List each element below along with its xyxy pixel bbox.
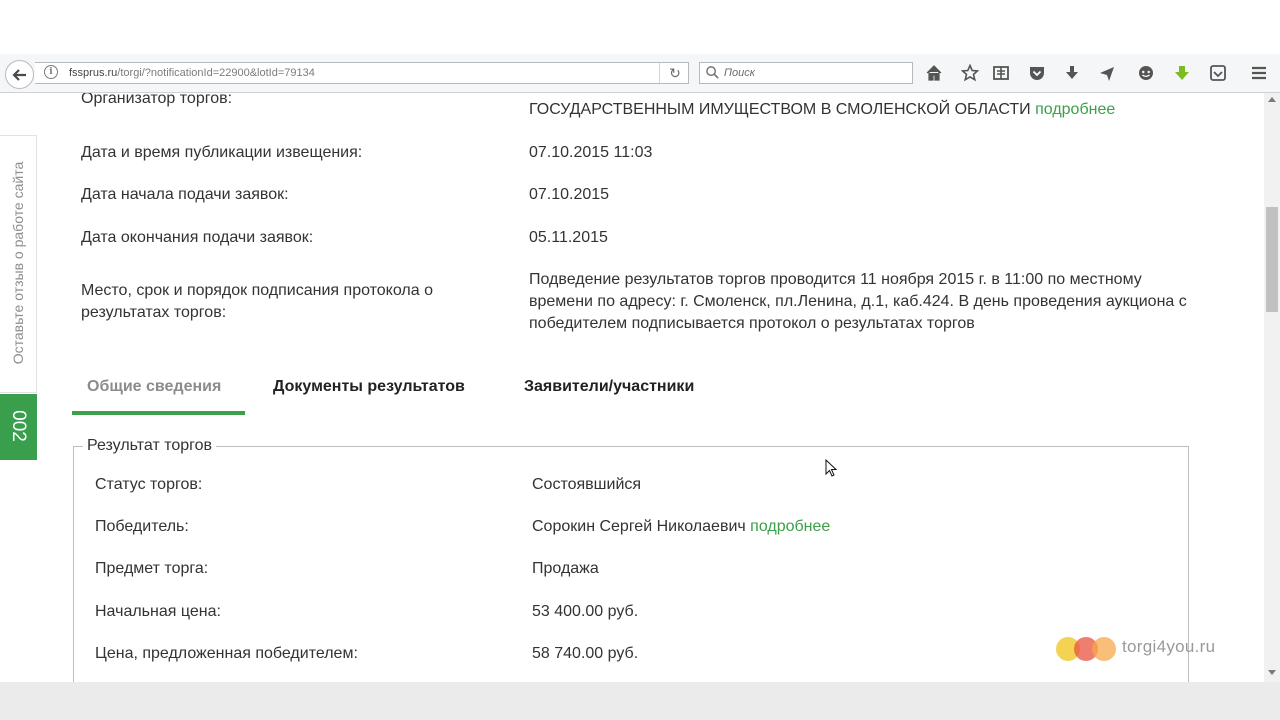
winner-name: Сорокин Сергей Николаевич: [532, 518, 746, 535]
result-row-label: Предмет торга:: [95, 560, 209, 577]
watermark-logo-dot: [1092, 637, 1116, 661]
arrow-left-icon: [11, 68, 26, 81]
active-tab-underline: [72, 411, 245, 415]
publication-label: Дата и время публикации извещения:: [81, 144, 363, 161]
url-host: fssprus.ru: [69, 67, 118, 79]
feedback-label[interactable]: Оставьте отзыв о работе сайта: [10, 162, 26, 365]
send-icon[interactable]: [1096, 62, 1118, 84]
url-separator: [659, 63, 660, 83]
start-value: 07.10.2015: [529, 186, 610, 203]
url-text[interactable]: fssprus.ru/torgi/?notificationId=22900&l…: [69, 67, 315, 79]
info-icon[interactable]: i: [44, 65, 58, 79]
result-row-label: Статус торгов:: [95, 476, 203, 493]
result-row-label: Цена, предложенная победителем:: [95, 645, 358, 662]
publication-value: 07.10.2015 11:03: [529, 144, 653, 161]
organizer-value: ГОСУДАРСТВЕННЫМ ИМУЩЕСТВОМ В СМОЛЕНСКОЙ …: [529, 99, 1199, 121]
url-path: /torgi/?notificationId=22900&lotId=79134: [117, 67, 315, 79]
organizer-name: ГОСУДАРСТВЕННЫМ ИМУЩЕСТВОМ В СМОЛЕНСКОЙ …: [529, 101, 1031, 118]
extension-download-icon[interactable]: [1171, 62, 1193, 84]
result-row-value: Состоявшийся: [532, 476, 642, 493]
result-row-label: Победитель:: [95, 518, 189, 535]
protocol-value: Подведение результатов торгов проводится…: [529, 271, 1187, 332]
download-icon[interactable]: [1061, 62, 1083, 84]
mouse-cursor-icon: [825, 459, 837, 477]
protocol-label: Место, срок и порядок подписания протоко…: [81, 282, 433, 321]
home-icon[interactable]: [923, 62, 945, 84]
search-icon: [706, 66, 719, 79]
page-content: Оставьте отзыв о работе сайта 002 Органи…: [0, 93, 1264, 682]
end-value: 05.11.2015: [529, 229, 608, 246]
feedback-counter: 002: [8, 410, 29, 442]
search-placeholder: Поиск: [724, 67, 755, 79]
end-label: Дата окончания подачи заявок:: [81, 229, 314, 246]
result-row-value: Продажа: [532, 560, 599, 577]
tab-result-documents[interactable]: Документы результатов: [273, 378, 465, 396]
chat-icon[interactable]: [1135, 62, 1157, 84]
reload-icon[interactable]: ↻: [666, 63, 684, 83]
back-button[interactable]: [5, 60, 34, 89]
winner-details-link[interactable]: подробнее: [750, 518, 830, 535]
shield-icon[interactable]: [1207, 62, 1229, 84]
result-row-label: Начальная цена:: [95, 603, 221, 620]
scroll-down-icon[interactable]: [1268, 670, 1276, 675]
bookmarks-list-icon[interactable]: [990, 62, 1012, 84]
menu-icon[interactable]: [1248, 62, 1270, 84]
bookmark-star-icon[interactable]: [959, 62, 981, 84]
start-label: Дата начала подачи заявок:: [81, 186, 289, 203]
pocket-icon[interactable]: [1026, 62, 1048, 84]
top-band: [0, 0, 1280, 54]
bottom-band: [0, 682, 1280, 720]
result-legend: Результат торгов: [83, 437, 217, 455]
tab-general-info[interactable]: Общие сведения: [87, 378, 221, 396]
tab-applicants[interactable]: Заявители/участники: [524, 378, 694, 396]
organizer-details-link[interactable]: подробнее: [1035, 101, 1115, 118]
vertical-scrollbar[interactable]: [1264, 93, 1280, 682]
scrollbar-thumb[interactable]: [1266, 207, 1278, 312]
scroll-up-icon[interactable]: [1268, 97, 1276, 102]
watermark-text: torgi4you.ru: [1122, 637, 1216, 656]
result-row-value: 53 400.00 руб.: [532, 603, 639, 620]
organizer-label: Организатор торгов:: [81, 93, 233, 107]
winner-value: Сорокин Сергей Николаевич подробнее: [532, 516, 1202, 538]
